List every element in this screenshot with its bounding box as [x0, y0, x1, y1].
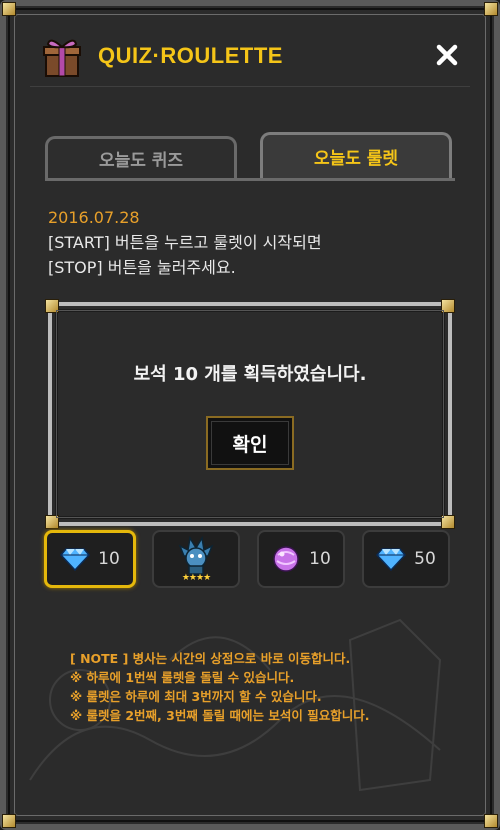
note-line-2: ※ 하루에 1번씩 룰렛을 돌릴 수 있습니다.	[70, 670, 295, 685]
description: 2016.07.28 [START] 버튼을 누르고 룰렛이 시작되면 [STO…	[48, 205, 322, 280]
result-message: 보석 10 개를 획득하였습니다.	[133, 364, 367, 385]
frame-corner	[2, 814, 16, 828]
tab-roulette[interactable]: 오늘도 룰렛	[260, 132, 452, 178]
reward-slot-character[interactable]: ★★★★	[152, 530, 240, 588]
panel-corner	[441, 299, 455, 313]
star-rating: ★★★★	[181, 573, 211, 583]
tab-bar: 오늘도 퀴즈 오늘도 룰렛	[45, 132, 455, 180]
header: QUIZ·ROULETTE	[30, 30, 470, 85]
panel-corner	[45, 299, 59, 313]
note-line-3: ※ 룰렛은 하루에 최대 3번까지 할 수 있습니다.	[70, 689, 322, 704]
close-icon[interactable]	[432, 40, 462, 70]
reward-slot-diamond-10[interactable]: 10	[44, 530, 136, 588]
dialog-title: QUIZ·ROULETTE	[98, 43, 283, 68]
panel-corner	[45, 515, 59, 529]
purple-gem-icon	[273, 546, 299, 572]
gift-box-icon	[43, 39, 81, 77]
reward-slot-diamond-50[interactable]: 50	[362, 530, 450, 588]
date-label: 2016.07.28	[48, 208, 140, 227]
reward-slot-purple-gem-10[interactable]: 10	[257, 530, 345, 588]
confirm-button[interactable]: 확인	[206, 416, 294, 470]
tab-quiz[interactable]: 오늘도 퀴즈	[45, 136, 237, 178]
frame-corner	[484, 814, 498, 828]
slot-value: 10	[309, 549, 331, 569]
panel-corner	[441, 515, 455, 529]
slot-value: 50	[414, 549, 436, 569]
instruction-line-1: [START] 버튼을 누르고 룰렛이 시작되면	[48, 233, 322, 252]
frame-corner	[2, 2, 16, 16]
diamond-icon	[376, 548, 407, 571]
note-line-1: [ NOTE ] 병사는 시간의 상점으로 바로 이동합니다.	[70, 651, 351, 666]
slot-value: 10	[98, 549, 120, 569]
character-icon	[178, 535, 214, 575]
confirm-label: 확인	[232, 433, 268, 456]
note-line-4: ※ 룰렛을 2번째, 3번째 돌릴 때에는 보석이 필요합니다.	[70, 708, 370, 723]
instruction-line-2: [STOP] 버튼을 눌러주세요.	[48, 258, 236, 277]
result-panel: 보석 10 개를 획득하였습니다. 확인	[45, 299, 455, 529]
notes: [ NOTE ] 병사는 시간의 상점으로 바로 이동합니다. ※ 하루에 1번…	[70, 649, 370, 725]
header-divider	[30, 86, 470, 87]
tab-underline	[45, 178, 455, 181]
diamond-icon	[60, 548, 91, 571]
frame-corner	[484, 2, 498, 16]
